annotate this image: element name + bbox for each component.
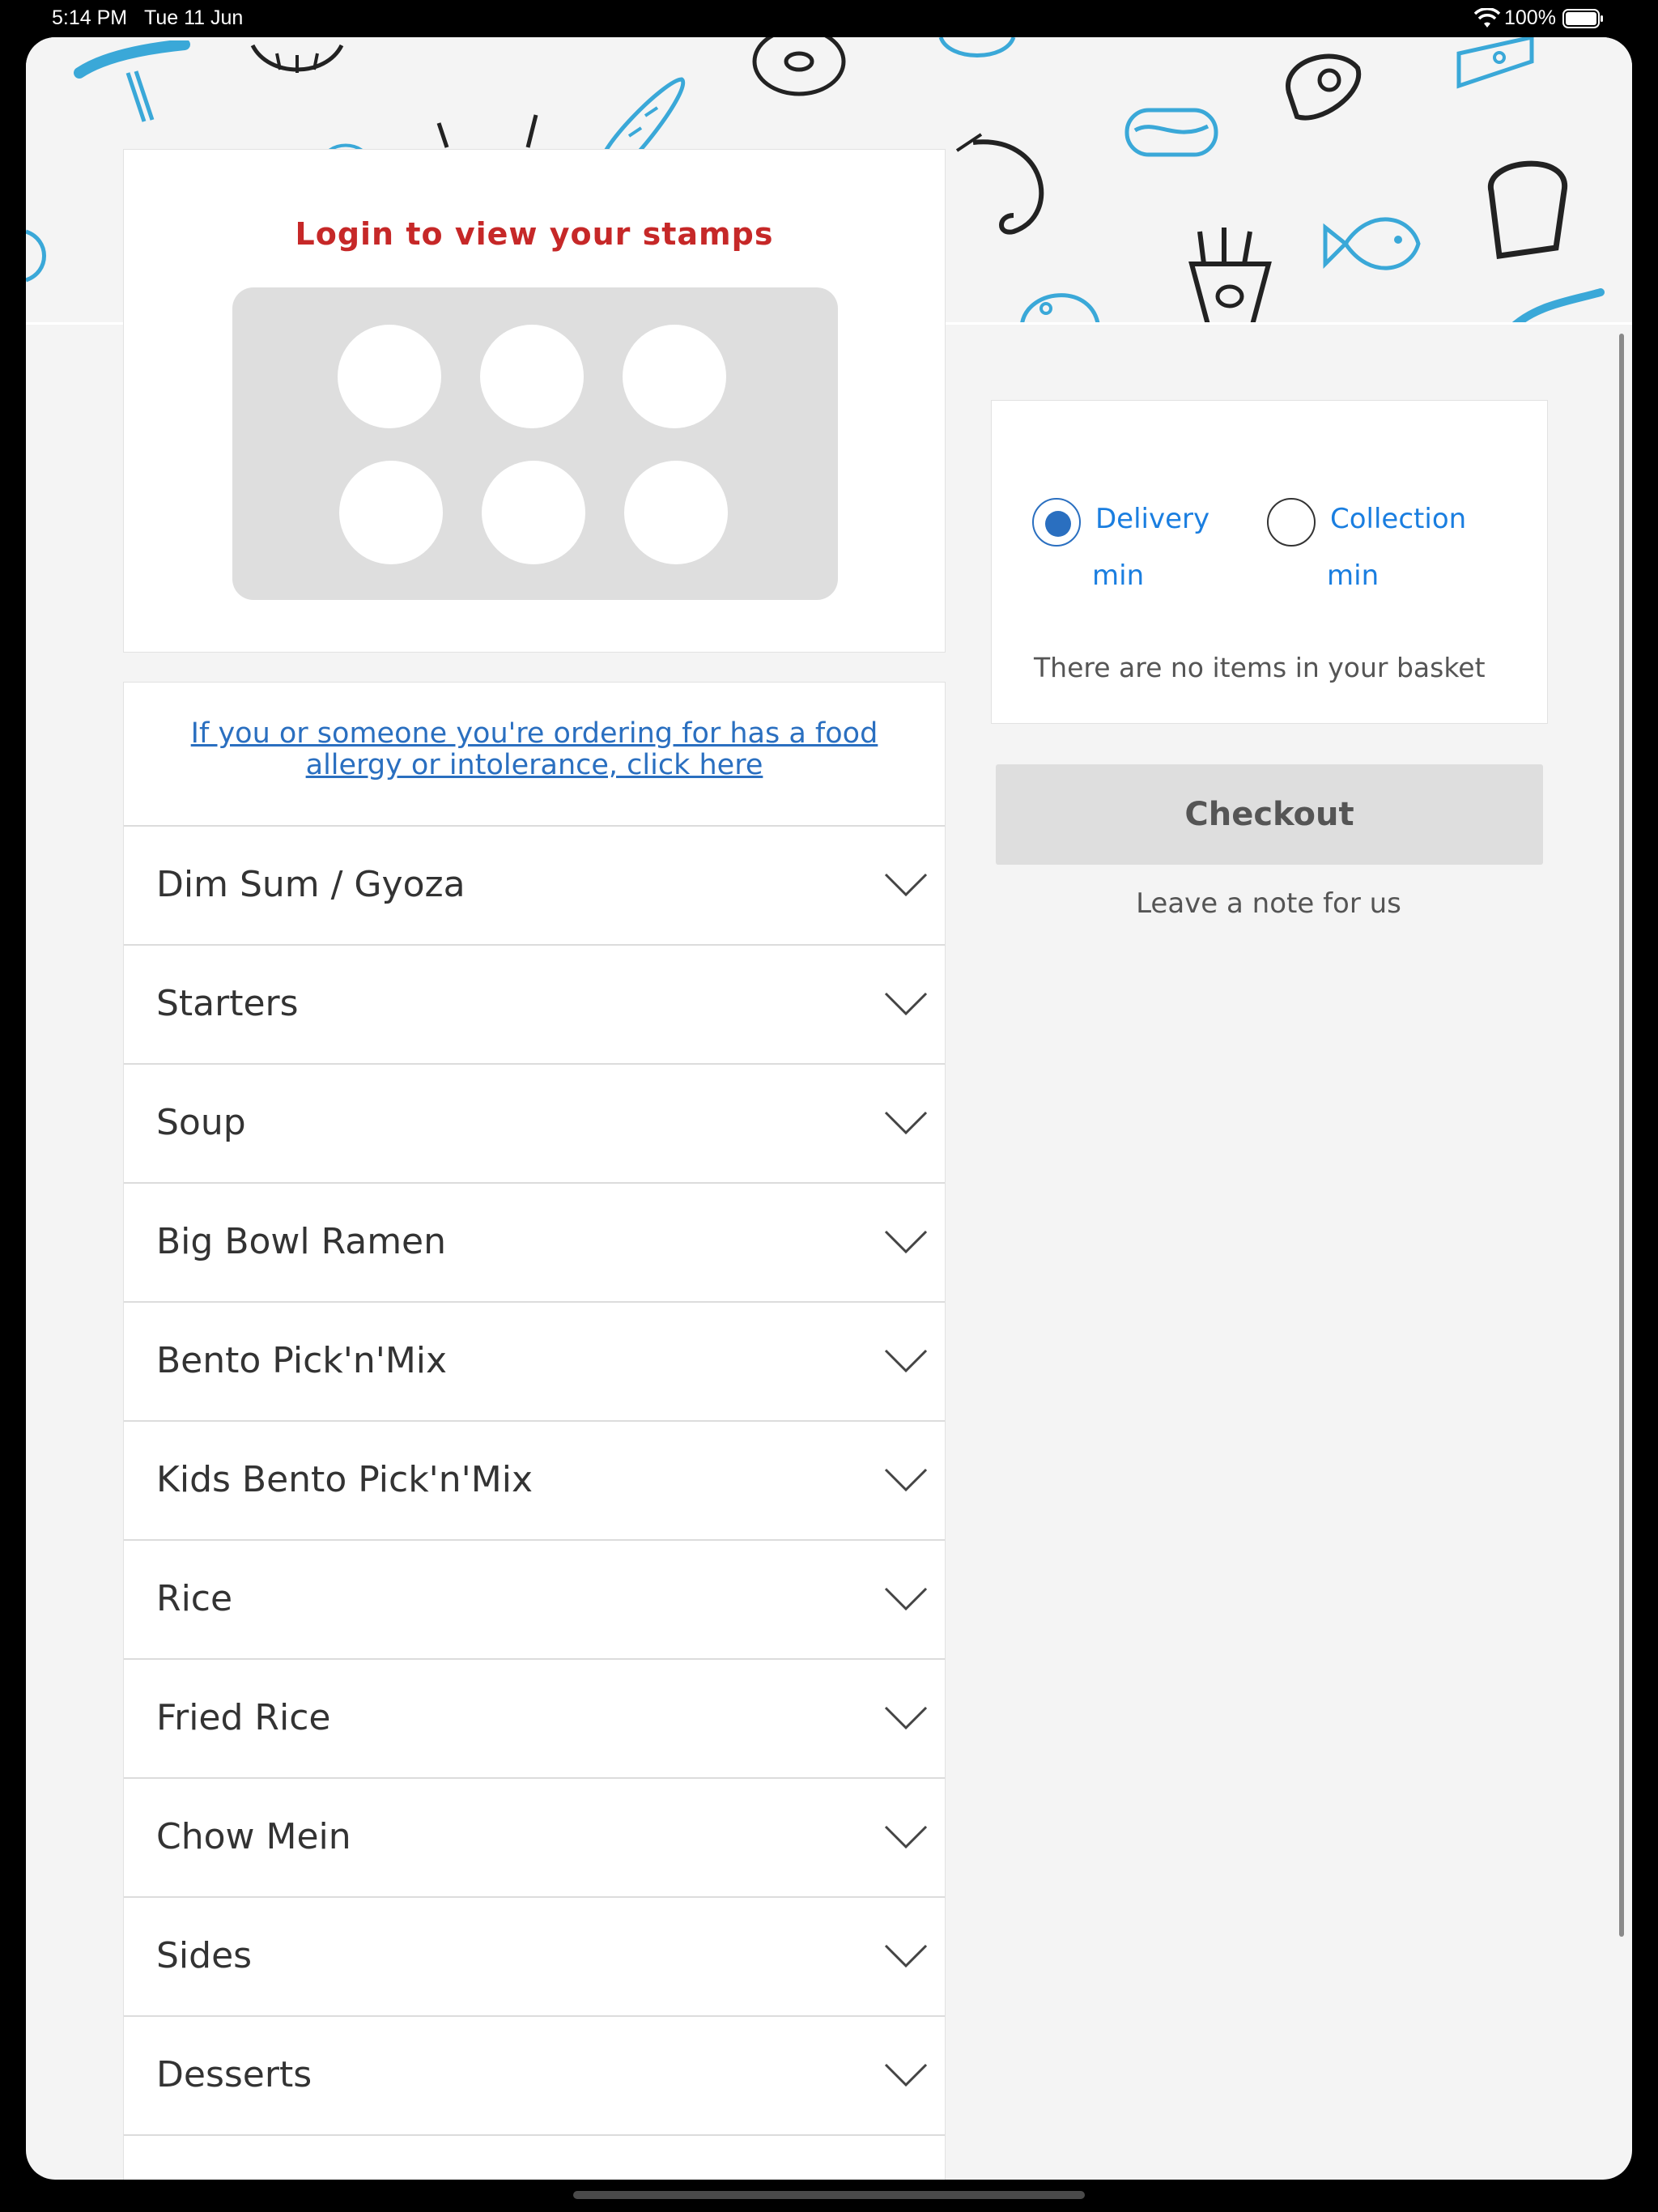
- category-soup[interactable]: Soup: [124, 1063, 945, 1183]
- category-starters[interactable]: Starters: [124, 944, 945, 1064]
- stamp-slot: [480, 325, 584, 428]
- status-date: Tue 11 Jun: [144, 6, 244, 29]
- collection-min: min: [1327, 559, 1380, 592]
- category-sides[interactable]: Sides: [124, 1896, 945, 2016]
- basket-empty-message: There are no items in your basket: [1034, 652, 1486, 683]
- sausage-icon: [1507, 280, 1605, 322]
- chevron-down-icon: [883, 2062, 929, 2088]
- lemon-icon: [26, 223, 50, 288]
- category-big-bowl-ramen[interactable]: Big Bowl Ramen: [124, 1182, 945, 1302]
- order-type-card: Delivery min Collection min There are no…: [991, 400, 1548, 724]
- chevron-down-icon: [883, 1943, 929, 1969]
- category-kids-bento-pick-n-mix[interactable]: Kids Bento Pick'n'Mix: [124, 1420, 945, 1540]
- chevron-down-icon: [883, 1586, 929, 1612]
- delivery-min: min: [1092, 559, 1145, 592]
- app-screen: Login to view your stamps If you or some…: [26, 37, 1632, 2180]
- steak-icon: [1273, 44, 1370, 133]
- category-label: Soup: [156, 1102, 246, 1143]
- collection-radio[interactable]: [1267, 498, 1316, 547]
- pizza-icon: [1014, 280, 1103, 322]
- stamp-slot: [623, 325, 726, 428]
- croissant-icon: [244, 37, 350, 78]
- fish-icon: [1321, 199, 1426, 288]
- category-bento-pick-n-mix[interactable]: Bento Pick'n'Mix: [124, 1301, 945, 1421]
- stamps-login-title[interactable]: Login to view your stamps: [124, 216, 945, 252]
- leave-note-link[interactable]: Leave a note for us: [991, 887, 1546, 920]
- cheese-icon: [1451, 37, 1540, 94]
- stamps-card: Login to view your stamps: [123, 149, 946, 653]
- stamp-slot: [339, 461, 443, 564]
- scrollbar[interactable]: [1619, 334, 1624, 1937]
- sausage-fork-icon: [71, 39, 193, 130]
- category-label: Starters: [156, 983, 299, 1024]
- bun-icon: [933, 37, 1022, 62]
- category-row-partial[interactable]: [124, 2134, 945, 2180]
- category-label: Fried Rice: [156, 1697, 331, 1738]
- chevron-down-icon: [883, 991, 929, 1017]
- chevron-down-icon: [883, 1705, 929, 1731]
- category-rice[interactable]: Rice: [124, 1539, 945, 1659]
- category-label: Chow Mein: [156, 1816, 351, 1857]
- home-indicator[interactable]: [573, 2191, 1085, 2199]
- stamp-grid: [232, 287, 838, 600]
- stamp-slot: [482, 461, 585, 564]
- battery-percent: 100%: [1504, 6, 1556, 29]
- category-chow-mein[interactable]: Chow Mein: [124, 1777, 945, 1897]
- category-fried-rice[interactable]: Fried Rice: [124, 1658, 945, 1778]
- donut-icon: [746, 37, 852, 102]
- category-label: Dim Sum / Gyoza: [156, 864, 466, 905]
- radio-selected-dot: [1045, 511, 1071, 537]
- status-bar: 5:14 PM Tue 11 Jun 100%: [0, 0, 1658, 37]
- wifi-icon: [1473, 7, 1501, 29]
- hotdog-icon: [1119, 94, 1224, 167]
- category-label: Kids Bento Pick'n'Mix: [156, 1459, 533, 1500]
- chevron-down-icon: [883, 1467, 929, 1493]
- menu-card: If you or someone you're ordering for ha…: [123, 682, 946, 2180]
- delivery-label[interactable]: Delivery: [1095, 503, 1209, 535]
- status-time: 5:14 PM: [52, 6, 128, 29]
- category-label: Rice: [156, 1578, 233, 1619]
- chevron-down-icon: [883, 1229, 929, 1255]
- checkout-button[interactable]: Checkout: [996, 764, 1543, 865]
- chevron-down-icon: [883, 1110, 929, 1136]
- battery-icon: [1562, 9, 1605, 28]
- category-label: Sides: [156, 1935, 253, 1976]
- shrimp-icon: [949, 126, 1070, 248]
- stamp-slot: [624, 461, 728, 564]
- collection-label[interactable]: Collection: [1330, 503, 1466, 535]
- category-label: Bento Pick'n'Mix: [156, 1340, 448, 1381]
- chevron-down-icon: [883, 1824, 929, 1850]
- chevron-down-icon: [883, 1348, 929, 1374]
- stamp-slot: [338, 325, 441, 428]
- fries-icon: [1175, 223, 1281, 322]
- delivery-radio[interactable]: [1032, 498, 1081, 547]
- category-dim-sum-gyoza[interactable]: Dim Sum / Gyoza: [124, 825, 945, 945]
- allergy-info-link[interactable]: If you or someone you're ordering for ha…: [172, 718, 896, 781]
- chevron-down-icon: [883, 872, 929, 898]
- category-label: Desserts: [156, 2054, 312, 2095]
- category-label: Big Bowl Ramen: [156, 1221, 447, 1262]
- category-desserts[interactable]: Desserts: [124, 2015, 945, 2135]
- bread-slice-icon: [1475, 151, 1580, 272]
